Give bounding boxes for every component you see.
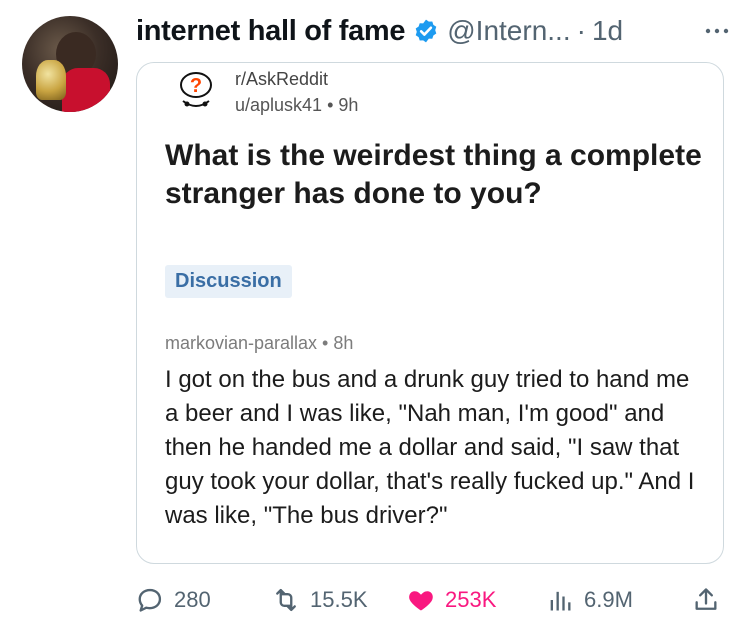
- quoted-image-card[interactable]: ? r/AskReddit u/aplusk41 • 9h What is th…: [136, 62, 724, 564]
- like-count: 253K: [445, 587, 497, 612]
- avatar-trophy: [36, 60, 66, 100]
- views-button[interactable]: 6.9M: [546, 582, 633, 618]
- share-button[interactable]: [692, 582, 730, 618]
- tweet-actions: 280 15.5K 253K 6.9M: [136, 582, 732, 618]
- display-name[interactable]: internet hall of fame: [136, 15, 406, 48]
- avatar[interactable]: [22, 16, 118, 112]
- comment-meta: markovian-parallax • 8h: [165, 333, 354, 353]
- verified-badge-icon: [415, 19, 437, 43]
- tweet-header: internet hall of fame @Intern... · 1d: [136, 14, 732, 48]
- repost-icon: [276, 588, 296, 612]
- heart-icon: [409, 591, 433, 611]
- repost-count: 15.5K: [310, 587, 368, 612]
- post-byline: u/aplusk41 • 9h: [235, 95, 359, 115]
- post-flair: Discussion: [165, 265, 292, 298]
- subreddit-name: r/AskReddit: [235, 69, 329, 89]
- svg-text:?: ?: [190, 75, 202, 97]
- avatar-jersey: [62, 68, 110, 112]
- timestamp[interactable]: 1d: [592, 15, 623, 47]
- views-icon: [550, 591, 571, 611]
- repost-button[interactable]: 15.5K: [272, 582, 368, 618]
- like-button[interactable]: 253K: [407, 582, 496, 618]
- comment-body: I got on the bus and a drunk guy tried t…: [165, 366, 695, 529]
- reply-icon: [138, 588, 162, 612]
- view-count: 6.9M: [584, 587, 633, 612]
- reply-count: 280: [174, 587, 211, 612]
- reddit-post: ? r/AskReddit u/aplusk41 • 9h What is th…: [165, 63, 702, 563]
- handle[interactable]: @Intern...: [447, 15, 570, 47]
- share-icon: [695, 588, 717, 610]
- reply-button[interactable]: 280: [136, 582, 211, 618]
- snoo-question-icon: ?: [180, 72, 212, 107]
- more-icon[interactable]: [702, 16, 732, 46]
- separator-dot: ·: [576, 15, 586, 46]
- post-title: What is the weirdest thing a complete st…: [165, 139, 702, 210]
